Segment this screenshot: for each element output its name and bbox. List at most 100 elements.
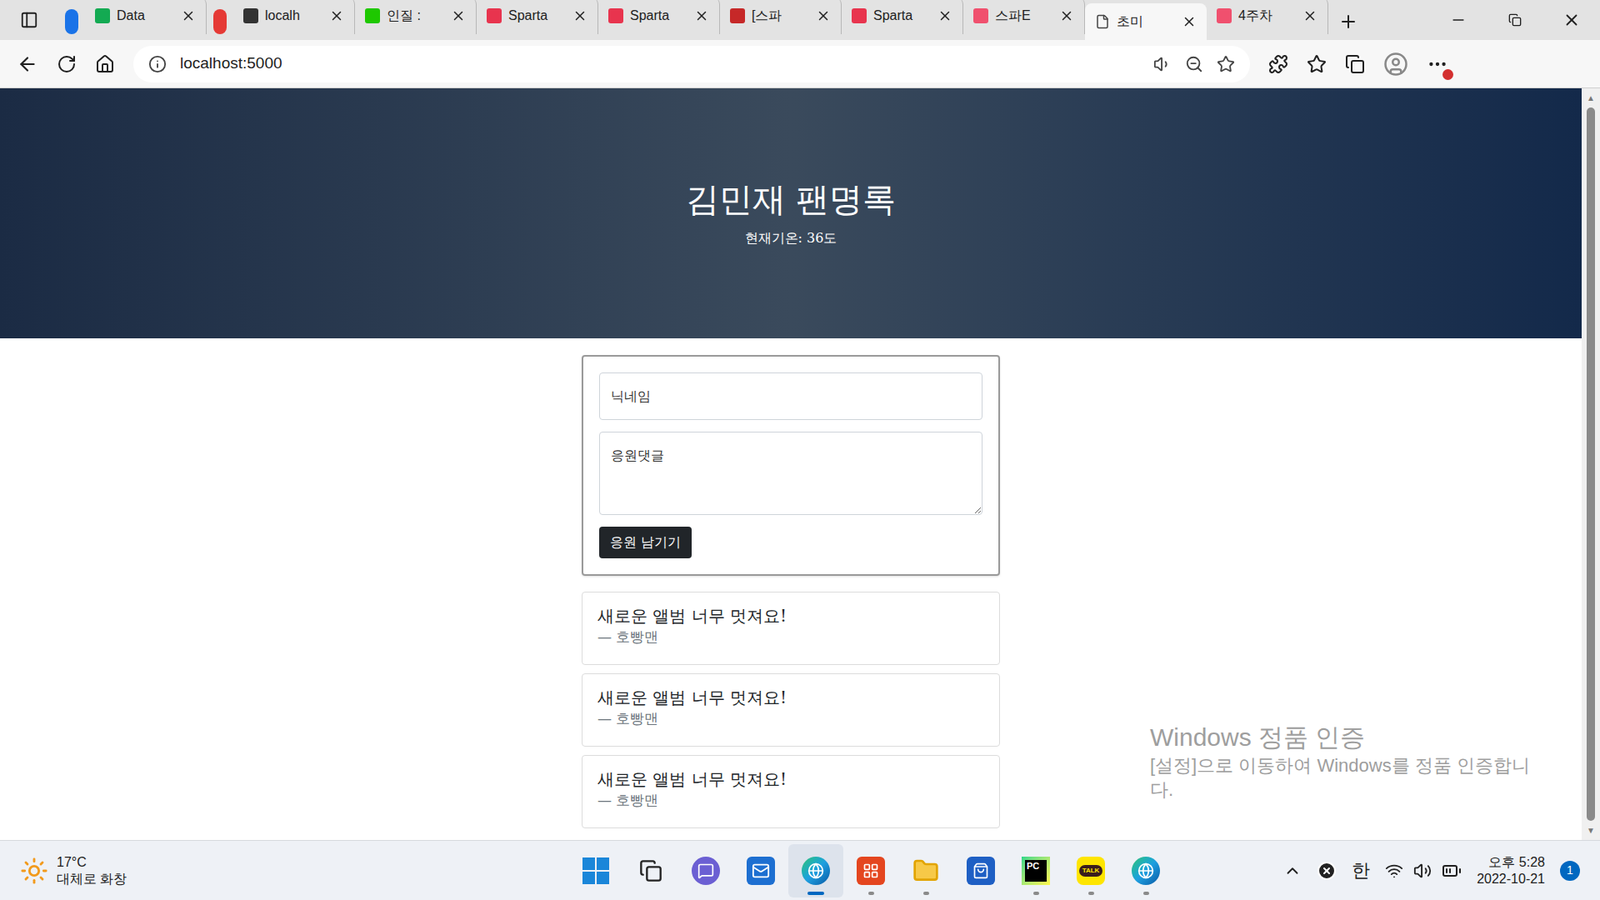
- tab-group-pill[interactable]: [213, 9, 227, 35]
- ime-indicator[interactable]: 한: [1351, 856, 1370, 885]
- browser-tab[interactable]: Sparta: [476, 0, 599, 35]
- close-window-button[interactable]: [1543, 10, 1600, 30]
- taskbar-app[interactable]: PC: [1008, 844, 1064, 898]
- taskbar-app[interactable]: TALK: [1063, 844, 1119, 898]
- chat-icon: [691, 856, 720, 885]
- kakaotalk-icon: TALK: [1076, 856, 1105, 885]
- clock[interactable]: 오후 5:282022-10-21: [1476, 854, 1545, 888]
- browser-tab[interactable]: [스파: [720, 0, 842, 35]
- taskbar: 17°C대체로 화창 PC TALK 한 오후 5:282022-10-21 1: [0, 840, 1600, 900]
- wifi-icon: [1385, 861, 1404, 880]
- submit-button[interactable]: 응원 남기기: [599, 526, 692, 559]
- favicon-icon: [243, 8, 259, 24]
- tab-actions-button[interactable]: [0, 0, 59, 40]
- profile-icon[interactable]: [1383, 51, 1409, 77]
- edge-icon: [801, 856, 830, 885]
- weather-widget[interactable]: 17°C대체로 화창: [20, 854, 545, 888]
- taskbar-app[interactable]: [788, 844, 844, 898]
- minimize-icon: [1450, 11, 1467, 29]
- add-favorite-icon[interactable]: [1216, 55, 1235, 74]
- browser-tab[interactable]: 4주차: [1206, 0, 1329, 35]
- comment-card: 새로운 앨범 너무 멋져요!— 호빵맨: [581, 673, 1000, 747]
- browser-tab[interactable]: localh: [233, 0, 355, 35]
- read-aloud-icon[interactable]: [1153, 55, 1172, 74]
- toolbar: localhost:5000: [0, 40, 1600, 89]
- site-info-icon[interactable]: [148, 55, 167, 74]
- close-tab-icon[interactable]: [815, 8, 831, 24]
- taskbar-app[interactable]: [568, 844, 624, 898]
- browser-tab[interactable]: 인질 :: [355, 0, 477, 35]
- volume-icon: [1413, 861, 1432, 880]
- scrollbar[interactable]: ▲▼: [1581, 88, 1600, 840]
- battery-icon: [1441, 860, 1462, 881]
- quick-settings[interactable]: [1385, 860, 1462, 881]
- tray-expand-icon[interactable]: [1283, 861, 1302, 880]
- mail-icon: [746, 856, 775, 885]
- taskbar-app[interactable]: [623, 844, 679, 898]
- taskbar-app[interactable]: [733, 844, 789, 898]
- restore-button[interactable]: [1486, 13, 1544, 27]
- favicon-icon: [1216, 8, 1232, 24]
- browser-tab[interactable]: 초미: [1085, 3, 1207, 40]
- new-tab-button[interactable]: [1328, 3, 1369, 40]
- scroll-thumb[interactable]: [1586, 107, 1595, 821]
- store-icon: [966, 856, 995, 885]
- nickname-input[interactable]: [599, 372, 983, 420]
- tab-strip: Datalocalh인질 :SpartaSparta[스파Sparta스파E초미…: [0, 0, 1600, 40]
- restore-icon: [1508, 13, 1522, 27]
- taskbar-app[interactable]: [843, 844, 899, 898]
- close-tab-icon[interactable]: [450, 8, 466, 24]
- taskbar-app[interactable]: [678, 844, 734, 898]
- alert-dot: [1442, 69, 1454, 80]
- close-tab-icon[interactable]: [937, 8, 953, 24]
- minimize-button[interactable]: [1430, 11, 1487, 29]
- close-tab-icon[interactable]: [180, 8, 196, 24]
- desktop: Datalocalh인질 :SpartaSparta[스파Sparta스파E초미…: [0, 0, 1600, 900]
- running-indicator: [1088, 891, 1095, 895]
- post-form: 응원 남기기: [581, 355, 1000, 576]
- comment-card: 새로운 앨범 너무 멋져요!— 호빵맨: [581, 591, 1000, 665]
- collections-icon[interactable]: [1345, 54, 1365, 75]
- windows-logo-icon: [582, 857, 610, 885]
- taskbar-app[interactable]: [1118, 844, 1174, 898]
- pycharm-icon: PC: [1021, 856, 1050, 885]
- close-tab-icon[interactable]: [694, 8, 710, 24]
- close-tab-icon[interactable]: [1302, 8, 1318, 24]
- favicon-icon: [608, 8, 624, 24]
- browser-tab[interactable]: 스파E: [963, 0, 1085, 35]
- favorites-icon[interactable]: [1306, 54, 1327, 75]
- browser-tab[interactable]: Sparta: [598, 0, 720, 35]
- notification-badge[interactable]: 1: [1560, 860, 1580, 881]
- refresh-icon[interactable]: [56, 54, 77, 75]
- taskbar-app[interactable]: [953, 844, 1009, 898]
- task-view-icon: [636, 856, 665, 885]
- address-bar[interactable]: localhost:5000: [133, 45, 1250, 83]
- more-button[interactable]: [1426, 53, 1449, 75]
- scroll-down-icon[interactable]: ▼: [1586, 824, 1595, 837]
- home-icon[interactable]: [95, 54, 115, 75]
- scroll-up-icon[interactable]: ▲: [1586, 91, 1595, 105]
- extensions-icon[interactable]: [1268, 54, 1289, 75]
- zoom-icon[interactable]: [1185, 55, 1204, 74]
- close-tab-icon[interactable]: [329, 8, 345, 24]
- favicon-icon: [851, 8, 867, 24]
- edge-icon: [1131, 856, 1160, 885]
- running-indicator: [1033, 891, 1040, 895]
- running-indicator: [868, 891, 875, 895]
- tray-app-icon[interactable]: [1316, 860, 1337, 881]
- close-tab-icon[interactable]: [1181, 14, 1197, 30]
- tab-group-pill[interactable]: [65, 9, 79, 35]
- favicon-icon: [486, 8, 502, 24]
- comment-card: 새로운 앨범 너무 멋져요!— 호빵맨: [581, 755, 1000, 829]
- browser-tab[interactable]: Data: [85, 0, 207, 35]
- comment-textarea[interactable]: [599, 431, 983, 515]
- back-icon[interactable]: [16, 53, 39, 75]
- taskbar-app[interactable]: [898, 844, 954, 898]
- close-tab-icon[interactable]: [572, 8, 588, 24]
- favicon-icon: [730, 8, 745, 24]
- weather-icon: [20, 856, 49, 885]
- running-indicator: [923, 891, 930, 895]
- close-tab-icon[interactable]: [1059, 8, 1075, 24]
- page-icon: [1095, 14, 1110, 30]
- browser-tab[interactable]: Sparta: [841, 0, 964, 35]
